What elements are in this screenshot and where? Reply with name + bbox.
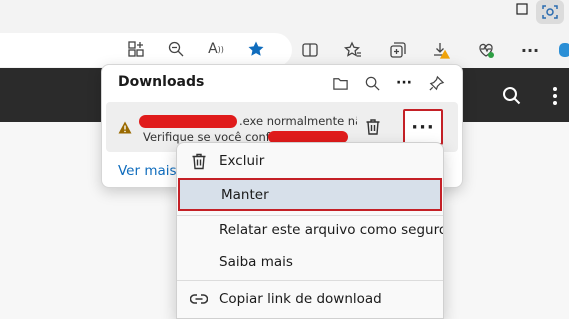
menu-item-excluir[interactable]: Excluir (177, 146, 443, 176)
menu-item-label: Copiar link de download (219, 291, 382, 307)
menu-item-report-safe[interactable]: Relatar este arquivo como seguro (177, 215, 443, 245)
menu-item-label: Manter (221, 187, 269, 203)
app-available-icon[interactable] (124, 37, 148, 61)
favorites-icon[interactable] (341, 38, 365, 62)
favorite-star-icon[interactable] (244, 37, 268, 61)
menu-item-copy-link[interactable]: Copiar link de download (177, 284, 443, 314)
more-options-icon[interactable]: ··· (392, 71, 416, 95)
read-aloud-icon[interactable]: A)) (204, 37, 228, 61)
more-options-icon[interactable]: ··· (518, 38, 542, 62)
download-context-menu: Excluir Manter Relatar este arquivo como… (176, 142, 444, 319)
open-folder-icon[interactable] (328, 71, 352, 95)
menu-item-label: Relatar este arquivo como seguro (219, 222, 444, 238)
delete-download-icon[interactable] (361, 115, 385, 139)
download-more-actions-button[interactable]: ··· (403, 109, 443, 145)
zoom-out-icon[interactable] (164, 37, 188, 61)
kebab-menu-icon[interactable] (552, 86, 558, 110)
collections-icon[interactable] (386, 38, 410, 62)
search-downloads-icon[interactable] (360, 71, 384, 95)
split-screen-icon[interactable] (298, 38, 322, 62)
link-icon (189, 290, 209, 308)
menu-item-learn-more[interactable]: Saiba mais (177, 247, 443, 277)
search-icon[interactable] (502, 86, 522, 110)
menu-item-label: Excluir (219, 153, 265, 169)
see-more-link[interactable]: Ver mais (118, 163, 177, 179)
browser-essentials-icon[interactable] (474, 38, 498, 62)
trash-icon (189, 152, 209, 170)
menu-item-manter[interactable]: Manter (178, 178, 442, 211)
downloads-warning-icon[interactable] (429, 38, 453, 62)
menu-item-label: Saiba mais (219, 254, 293, 270)
copilot-icon[interactable] (553, 38, 569, 62)
menu-separator (177, 280, 443, 281)
address-bar[interactable]: A)) (0, 33, 292, 67)
browser-toolbar: A)) ··· (0, 0, 569, 68)
warning-icon (118, 119, 132, 138)
pin-icon[interactable] (424, 71, 448, 95)
downloads-title: Downloads (118, 74, 205, 90)
screen-capture-icon[interactable] (536, 0, 564, 24)
download-status-text: .exe normalmente não (239, 114, 357, 128)
redacted-filename (139, 115, 237, 128)
window-restore-icon[interactable] (516, 0, 536, 15)
